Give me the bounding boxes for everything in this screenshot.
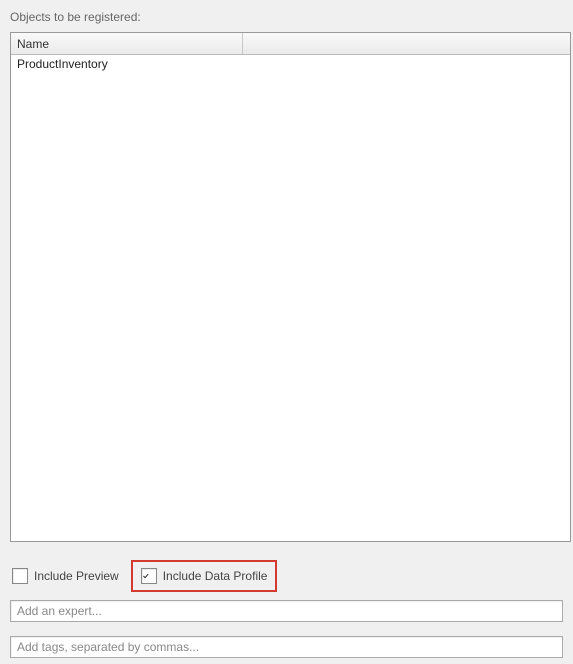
table-header-row: Name bbox=[11, 33, 570, 55]
add-tags-input[interactable] bbox=[10, 636, 563, 658]
column-header-name[interactable]: Name bbox=[11, 33, 243, 54]
options-row: Include Preview Include Data Profile bbox=[10, 560, 571, 592]
add-expert-input[interactable] bbox=[10, 600, 563, 622]
column-header-other[interactable] bbox=[243, 33, 570, 54]
table-body: ProductInventory bbox=[11, 55, 570, 73]
include-preview-option[interactable]: Include Preview bbox=[10, 566, 125, 586]
include-data-profile-highlight: Include Data Profile bbox=[131, 560, 278, 592]
section-label: Objects to be registered: bbox=[10, 10, 571, 24]
include-data-profile-label: Include Data Profile bbox=[163, 569, 268, 583]
checkbox-checked-icon[interactable] bbox=[141, 568, 157, 584]
cell-name: ProductInventory bbox=[11, 56, 114, 72]
table-row[interactable]: ProductInventory bbox=[11, 55, 570, 73]
include-preview-label: Include Preview bbox=[34, 569, 119, 583]
objects-table: Name ProductInventory bbox=[10, 32, 571, 542]
checkmark-icon bbox=[142, 570, 150, 582]
checkbox-unchecked-icon[interactable] bbox=[12, 568, 28, 584]
